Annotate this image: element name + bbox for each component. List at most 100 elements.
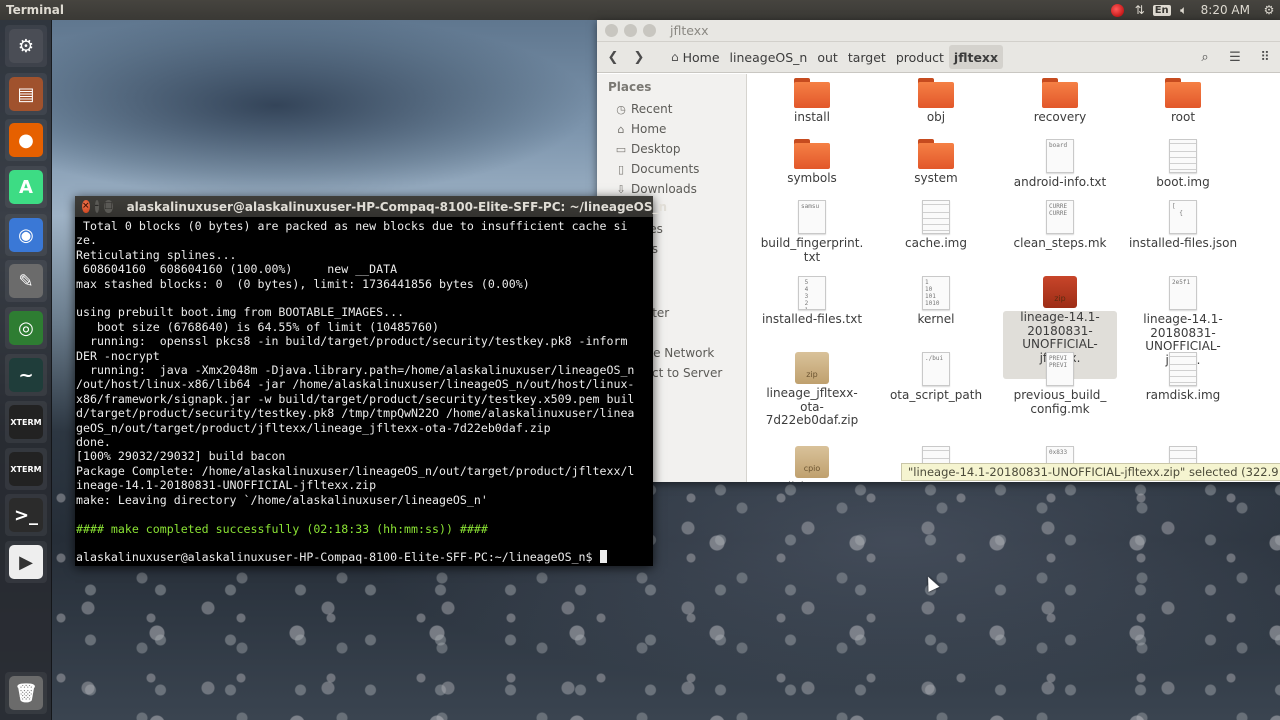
clock[interactable]: 8:20 AM — [1195, 0, 1258, 20]
close-button[interactable]: × — [82, 200, 90, 213]
search-button[interactable]: ⌕ — [1190, 45, 1220, 69]
active-app-title: Terminal — [6, 3, 65, 17]
file-item[interactable]: ./bui ota_script_path — [879, 352, 993, 403]
document-icon: ./bui — [922, 352, 950, 386]
file-item[interactable]: 5 4 3 2 1 installed-files.txt — [755, 276, 869, 327]
folder-item[interactable]: recovery — [1003, 78, 1117, 125]
terminal-titlebar[interactable]: × – □ alaskalinuxuser@alaskalinuxuser-HP… — [75, 196, 667, 217]
archive-icon: cpio — [795, 446, 829, 478]
folder-item[interactable]: symbols — [755, 139, 869, 186]
sidebar-item-label: Home — [631, 122, 667, 136]
folder-item[interactable]: system — [879, 139, 993, 186]
folder-item[interactable]: obj — [879, 78, 993, 125]
file-item[interactable]: PREVI PREVI previous_build_ config.mk — [1003, 352, 1117, 416]
terminal-line: d/target/product/security/testkey.pk8 /t… — [76, 406, 635, 421]
file-item[interactable]: board android-info.txt — [1003, 139, 1117, 190]
file-item[interactable]: cpio ramdisk-recovery — [755, 446, 869, 482]
sidebar-item[interactable]: ▯ Documents — [615, 159, 699, 179]
file-name: obj — [926, 110, 946, 124]
file-item[interactable]: [ {installed-files.json — [1126, 200, 1240, 251]
build-success-line: #### make completed successfully (02:18:… — [76, 521, 488, 536]
file-name: kernel — [917, 312, 955, 326]
file-item[interactable]: samsu build_fingerprint. txt — [755, 200, 869, 264]
breadcrumb-segment[interactable]: product — [891, 45, 949, 69]
folder-item[interactable]: install — [755, 78, 869, 125]
terminal-icon: >_ — [9, 498, 43, 532]
breadcrumb-segment[interactable]: out — [812, 45, 842, 69]
file-name: recovery — [1033, 110, 1087, 124]
file-item[interactable]: CURRE CURRE clean_steps.mk — [1003, 200, 1117, 251]
file-manager-window[interactable]: jfltexx ❮ ❯ ⌂ Home lineageOS_n out target pro… — [597, 20, 1280, 482]
file-item[interactable]: 1 10 101 1010 kernel — [879, 276, 993, 327]
keyboard-layout-indicator[interactable]: En — [1151, 0, 1173, 20]
file-item[interactable]: cache.img — [879, 200, 993, 251]
breadcrumb-segment[interactable]: jfltexx — [948, 45, 1004, 69]
selection-status: "lineage-14.1-20180831-UNOFFICIAL-jfltex… — [901, 463, 1280, 481]
launcher-chromium-button[interactable]: ◉ — [5, 214, 47, 256]
folder-item[interactable]: root — [1126, 78, 1240, 125]
files-icon: ▤ — [9, 77, 43, 111]
launcher: ⚙ ▤ ● A ◉ ✎ ◎ ~ XTERM XTERM >_ ▶ 🗑 — [0, 20, 52, 720]
file-name: symbols — [787, 171, 837, 185]
view-grid-button[interactable]: ⠿ — [1250, 45, 1280, 69]
sidebar-item[interactable]: ⌂ Home — [615, 119, 667, 139]
android-studio-icon: A — [9, 170, 43, 204]
maximize-button[interactable]: □ — [104, 200, 113, 213]
breadcrumb-segment[interactable]: lineageOS_n — [725, 45, 813, 69]
file-name: install — [794, 110, 830, 124]
documents-icon: ▯ — [617, 162, 625, 176]
launcher-video-editor-button[interactable]: ▶ — [5, 541, 47, 583]
terminal-output[interactable]: Total 0 blocks (0 bytes) are packed as n… — [75, 217, 653, 566]
breadcrumb-segment[interactable]: target — [843, 45, 891, 69]
sidebar-item-label: Recent — [631, 102, 673, 116]
launcher-xterm-button[interactable]: XTERM — [5, 448, 47, 490]
launcher-terminal-button[interactable]: >_ — [5, 494, 47, 536]
sidebar-item[interactable]: ▭ Desktop — [615, 139, 681, 159]
launcher-dash-button[interactable]: ⚙ — [5, 25, 47, 67]
file-name: boot.img — [1156, 175, 1210, 189]
sidebar-item[interactable]: ◷ Recent — [615, 99, 672, 119]
power-gear-icon[interactable]: ⚙ — [1258, 0, 1280, 20]
view-list-button[interactable]: ☰ — [1220, 45, 1250, 69]
document-icon: samsu — [798, 200, 826, 234]
launcher-files-button[interactable]: ▤ — [5, 73, 47, 115]
network-arrows-icon[interactable]: ⇅ — [1129, 0, 1151, 20]
file-manager-title: jfltexx — [670, 23, 709, 38]
document-icon — [922, 200, 950, 234]
file-item[interactable]: zip lineage_jfltexx-ota- 7d22eb0daf.zip — [755, 352, 869, 428]
launcher-disk-button[interactable]: ◎ — [5, 307, 47, 349]
file-manager-titlebar[interactable]: jfltexx — [597, 20, 1280, 42]
disk-icon: ◎ — [9, 311, 43, 345]
terminal-window[interactable]: × – □ alaskalinuxuser@alaskalinuxuser-HP… — [75, 196, 667, 566]
launcher-system-monitor-button[interactable]: ~ — [5, 354, 47, 396]
keyboard-layout-label: En — [1152, 4, 1171, 16]
file-item[interactable]: boot.img — [1126, 139, 1240, 190]
launcher-android-studio-button[interactable]: A — [5, 166, 47, 208]
breadcrumb-home[interactable]: ⌂ Home — [666, 45, 725, 69]
shell-prompt: alaskalinuxuser@alaskalinuxuser-HP-Compa… — [76, 550, 600, 565]
breadcrumb-label: target — [847, 49, 886, 65]
back-button[interactable]: ❮ — [600, 45, 626, 69]
document-icon — [1169, 352, 1197, 386]
close-button[interactable] — [605, 24, 618, 37]
launcher-firefox-button[interactable]: ● — [5, 119, 47, 161]
forward-button[interactable]: ❯ — [626, 45, 652, 69]
terminal-line: /out/host/linux-x86/lib64 -jar /home/ala… — [76, 377, 635, 392]
wallpaper-clouds — [52, 20, 612, 210]
document-icon: board — [1046, 139, 1074, 173]
file-item[interactable]: ramdisk.img — [1126, 352, 1240, 403]
minimize-button[interactable]: – — [94, 200, 100, 213]
folder-icon — [794, 78, 830, 108]
toolbar-right: ⌕ ☰ ⠿ — [1190, 45, 1280, 69]
shell-prompt-line[interactable]: alaskalinuxuser@alaskalinuxuser-HP-Compa… — [76, 550, 651, 564]
volume-icon[interactable]: 🔈︎ — [1173, 0, 1195, 20]
launcher-trash-button[interactable]: 🗑 — [5, 672, 47, 714]
minimize-button[interactable] — [624, 24, 637, 37]
maximize-button[interactable] — [643, 24, 656, 37]
launcher-xterm-button[interactable]: XTERM — [5, 401, 47, 443]
xterm-icon: XTERM — [9, 452, 43, 486]
folder-icon — [1165, 78, 1201, 108]
launcher-text-editor-button[interactable]: ✎ — [5, 260, 47, 302]
file-name: system — [914, 171, 958, 185]
indicator-red-icon[interactable] — [1107, 0, 1129, 20]
